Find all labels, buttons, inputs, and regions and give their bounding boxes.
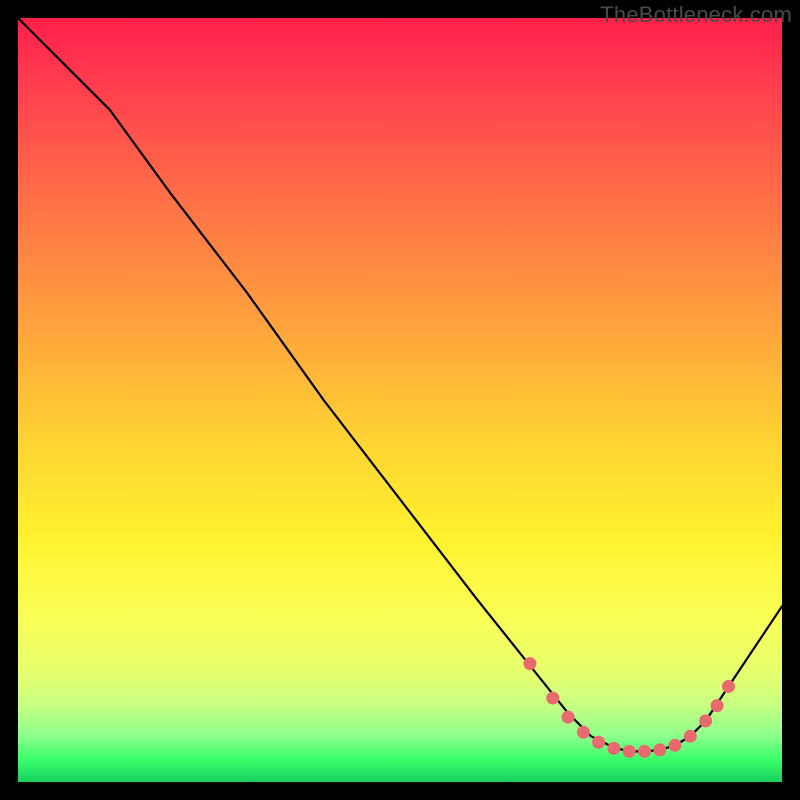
marker-dot: [623, 745, 636, 758]
marker-dot: [722, 680, 735, 693]
marker-dot: [607, 742, 620, 755]
marker-dot: [562, 711, 575, 724]
marker-dot: [653, 743, 666, 756]
marker-dot: [638, 745, 651, 758]
marker-dot: [577, 726, 590, 739]
curve-layer: [18, 18, 782, 782]
marker-dot: [684, 730, 697, 743]
marker-dot: [546, 692, 559, 705]
chart-stage: TheBottleneck.com: [0, 0, 800, 800]
marker-dot: [711, 699, 724, 712]
bottleneck-curve: [18, 18, 782, 751]
annotated-dots: [523, 657, 735, 758]
plot-area: [18, 18, 782, 782]
marker-dot: [523, 657, 536, 670]
marker-dot: [592, 736, 605, 749]
marker-dot: [669, 739, 682, 752]
marker-dot: [699, 714, 712, 727]
watermark-text: TheBottleneck.com: [600, 2, 792, 28]
